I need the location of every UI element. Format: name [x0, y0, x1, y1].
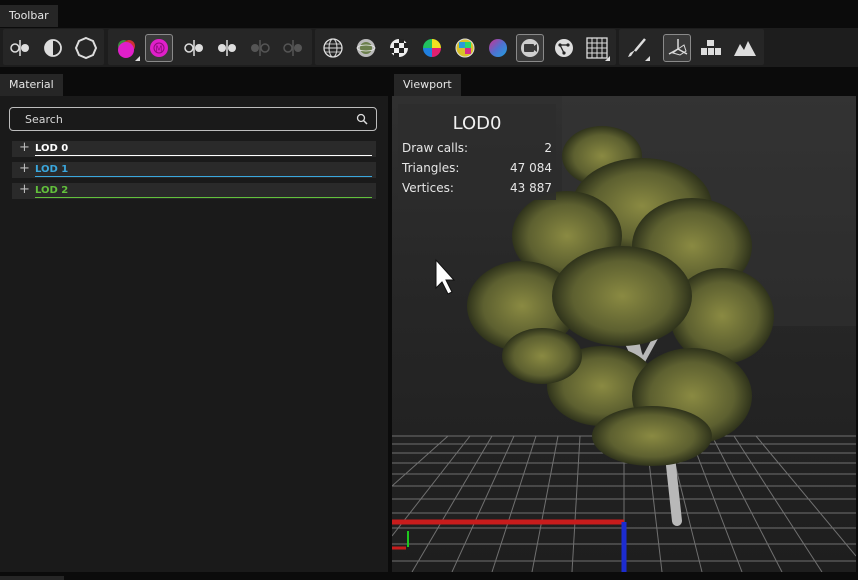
checker-sphere-icon [390, 39, 408, 57]
tab-viewport[interactable]: Viewport [394, 74, 461, 96]
brush-button[interactable] [623, 34, 651, 62]
stat-row: Vertices: 43 887 [402, 181, 552, 195]
tab-toolbar[interactable]: Toolbar [0, 5, 58, 27]
gradient-button[interactable] [484, 34, 512, 62]
wireframe-button[interactable] [319, 34, 347, 62]
contrast-button[interactable] [39, 34, 67, 62]
half-circle-split-faded-icon [283, 40, 302, 56]
half-circle-split-icon [10, 40, 29, 56]
circle-outline-icon [74, 36, 98, 60]
lod-row[interactable]: + LOD 1 [12, 161, 376, 178]
lod-row[interactable]: + LOD 0 [12, 140, 376, 157]
camera-button[interactable] [516, 34, 544, 62]
shaded-sphere-icon [356, 39, 376, 57]
wireframe-sphere-icon [323, 38, 343, 58]
search-input[interactable]: Search [9, 107, 377, 131]
stat-value: 43 887 [510, 181, 552, 195]
lod-label: LOD 2 [35, 185, 69, 196]
stats-overlay: LOD0 Draw calls: 2 Triangles: 47 084 Verti… [398, 104, 556, 200]
half-circle-split-icon [184, 40, 203, 56]
split-view-button[interactable] [6, 34, 34, 62]
grid-button[interactable] [583, 34, 611, 62]
half-circle-split-faded-icon [251, 40, 270, 56]
color-wheel-button[interactable] [418, 34, 446, 62]
expand-icon[interactable]: + [19, 182, 30, 197]
corner-indicator [135, 56, 140, 61]
checker-button[interactable] [385, 34, 413, 62]
terrain-button[interactable] [731, 34, 759, 62]
corner-indicator [605, 56, 610, 61]
gizmo-button[interactable] [663, 34, 691, 62]
color-grid-button[interactable] [451, 34, 479, 62]
stats-title: LOD0 [452, 113, 502, 134]
shaded-button[interactable] [352, 34, 380, 62]
lod-label: LOD 0 [35, 143, 69, 154]
split-view-button-2[interactable] [180, 34, 208, 62]
half-moon-icon [44, 39, 62, 57]
lod-underline [35, 176, 372, 177]
gradient-sphere-icon [489, 39, 507, 57]
tab-material[interactable]: Material [0, 74, 63, 96]
stat-label: Vertices: [402, 181, 454, 195]
svg-text:M: M [156, 45, 163, 54]
gizmo-axes-icon [668, 39, 688, 56]
half-circle-split-icon [218, 40, 236, 56]
camera-frame-icon [521, 39, 539, 57]
color-wheel-icon [423, 39, 441, 57]
search-placeholder: Search [25, 113, 63, 126]
stat-label: Triangles: [402, 161, 460, 175]
blocks-icon [701, 40, 721, 55]
bottom-tab-stub [0, 576, 64, 580]
lod-underline [35, 155, 372, 156]
expand-icon[interactable]: + [19, 140, 30, 155]
outline-button[interactable] [72, 34, 100, 62]
stat-value: 2 [544, 141, 552, 155]
corner-indicator [645, 56, 650, 61]
magenta-m-material-icon: M [150, 39, 168, 57]
split-view-button-3[interactable] [213, 34, 241, 62]
expand-icon[interactable]: + [19, 161, 30, 176]
node-graph-icon [555, 39, 573, 57]
stat-row: Draw calls: 2 [402, 141, 552, 155]
lod-underline [35, 197, 372, 198]
lod-row[interactable]: + LOD 2 [12, 182, 376, 199]
split-view-button-disabled-2[interactable] [279, 34, 307, 62]
color-grid-sphere-icon [455, 38, 475, 58]
material-m-button[interactable]: M [145, 34, 173, 62]
node-graph-button[interactable] [550, 34, 578, 62]
split-view-button-disabled-1[interactable] [246, 34, 274, 62]
blocks-button[interactable] [697, 34, 725, 62]
stat-row: Triangles: 47 084 [402, 161, 552, 175]
stat-value: 47 084 [510, 161, 552, 175]
lod-label: LOD 1 [35, 164, 69, 175]
stat-label: Draw calls: [402, 141, 469, 155]
terrain-icon [734, 41, 756, 56]
search-icon[interactable] [356, 113, 368, 125]
material-button[interactable] [113, 34, 141, 62]
